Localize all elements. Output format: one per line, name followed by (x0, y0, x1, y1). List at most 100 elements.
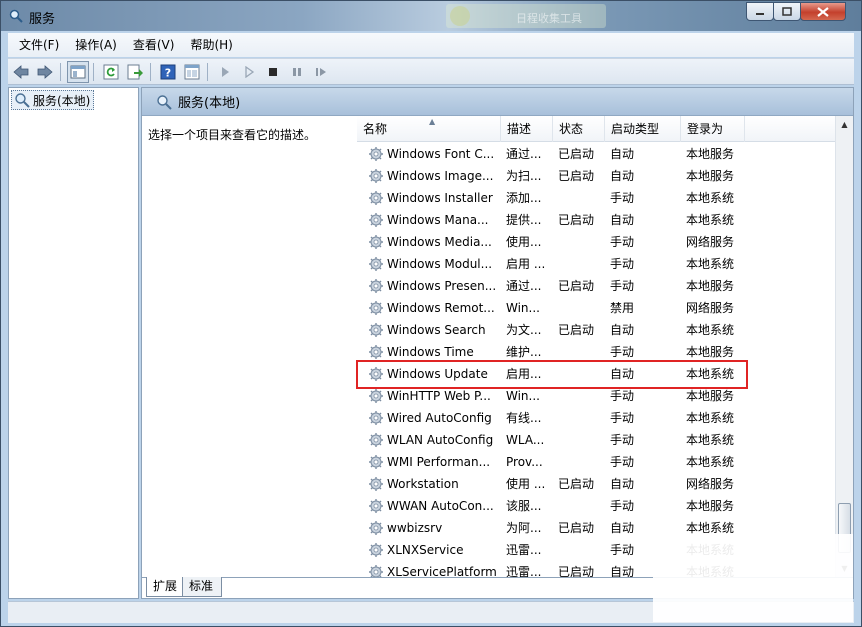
title-bar[interactable]: 服务 日程收集工具 (1, 1, 861, 31)
service-description: 迅雷... (506, 565, 542, 577)
export-list-button[interactable] (124, 61, 146, 83)
service-startup-type: 手动 (610, 345, 635, 359)
column-header-description[interactable]: 描述 (501, 116, 553, 142)
toolbar-separator (93, 62, 94, 81)
menu-action[interactable]: 操作(A) (70, 34, 122, 56)
description-text: 选择一个项目来查看它的描述。 (148, 128, 317, 142)
restart-service-button[interactable] (310, 61, 332, 83)
table-row[interactable]: Windows Installer 添加... 手动 本地系统 (357, 187, 835, 209)
table-row[interactable]: Windows Font C... 通过... 已启动 自动 本地服务 (357, 143, 835, 165)
table-row[interactable]: Windows Presen... 通过... 已启动 手动 本地服务 (357, 275, 835, 297)
service-description: 有线... (506, 411, 542, 425)
table-row[interactable]: Windows Remot... Win... 禁用 网络服务 (357, 297, 835, 319)
service-status (558, 429, 606, 451)
service-logon: 本地系统 (686, 433, 735, 447)
vertical-scrollbar[interactable]: ▲ ▼ (835, 116, 853, 577)
table-row[interactable]: WMI Performan... Prov... 手动 本地系统 (357, 451, 835, 473)
tree-item-services-local[interactable]: 服务(本地) (11, 90, 95, 110)
service-description: 为扫... (506, 169, 542, 183)
console-tree-icon (70, 65, 86, 78)
service-name: Windows Mana... (387, 213, 489, 227)
stop-service-button[interactable] (262, 61, 284, 83)
gear-icon (369, 543, 383, 557)
gear-icon (369, 455, 383, 469)
export-icon (127, 64, 143, 79)
maximize-button[interactable] (773, 2, 801, 21)
tab-extended[interactable]: 扩展 (146, 577, 187, 597)
properties-button[interactable] (181, 61, 203, 83)
maximize-icon (782, 7, 792, 16)
service-status (558, 539, 606, 561)
help-button[interactable]: ? (157, 61, 179, 83)
table-row[interactable]: WWAN AutoCon... 该服... 手动 本地服务 (357, 495, 835, 517)
service-description: Win... (506, 301, 540, 315)
pause-service-button[interactable] (286, 61, 308, 83)
back-button[interactable] (10, 61, 32, 83)
search-icon (157, 94, 172, 110)
table-row[interactable]: Wired AutoConfig 有线... 手动 本地系统 (357, 407, 835, 429)
watermark-overlay (653, 534, 853, 622)
service-description: 提供... (506, 213, 542, 227)
table-row[interactable]: Windows Modul... 启用 ... 手动 本地系统 (357, 253, 835, 275)
service-description: 为阿... (506, 521, 542, 535)
service-name: Windows Modul... (387, 257, 493, 271)
service-logon: 网络服务 (686, 301, 735, 315)
table-row[interactable]: WLAN AutoConfig WLA... 手动 本地系统 (357, 429, 835, 451)
column-description-label: 描述 (507, 122, 532, 136)
refresh-button[interactable] (100, 61, 122, 83)
table-row[interactable]: Windows Update 启用... 自动 本地系统 (357, 363, 835, 385)
service-startup-type: 手动 (610, 455, 635, 469)
gear-icon (369, 565, 383, 577)
service-startup-type: 自动 (610, 213, 635, 227)
menu-view[interactable]: 查看(V) (128, 34, 180, 56)
table-row[interactable]: Windows Image... 为扫... 已启动 自动 本地服务 (357, 165, 835, 187)
table-row[interactable]: Windows Search 为文... 已启动 自动 本地系统 (357, 319, 835, 341)
gear-icon (369, 389, 383, 403)
column-name-label: 名称 (363, 122, 388, 136)
menu-help[interactable]: 帮助(H) (185, 34, 237, 56)
scroll-up-button[interactable]: ▲ (836, 116, 853, 133)
close-button[interactable] (800, 2, 846, 21)
forward-button[interactable] (34, 61, 56, 83)
table-row[interactable]: Windows Time 维护... 手动 本地服务 (357, 341, 835, 363)
start-service-button[interactable] (214, 61, 236, 83)
show-hide-console-tree-button[interactable] (67, 60, 89, 83)
service-description: 启用... (506, 367, 542, 381)
table-row[interactable]: Workstation 使用 ... 已启动 自动 网络服务 (357, 473, 835, 495)
list-rows: Windows Font C... 通过... 已启动 自动 本地服务 Windows I… (357, 143, 835, 577)
service-logon: 网络服务 (686, 477, 735, 491)
service-name: Windows Media... (387, 235, 492, 249)
table-row[interactable]: Windows Mana... 提供... 已启动 自动 本地系统 (357, 209, 835, 231)
tab-standard[interactable]: 标准 (182, 577, 223, 597)
service-description: WLA... (506, 433, 545, 447)
gear-icon (369, 235, 383, 249)
gear-icon (369, 499, 383, 513)
start-service-alt-button[interactable] (238, 61, 260, 83)
gear-icon (369, 301, 383, 315)
back-arrow-icon (13, 64, 29, 79)
service-name: Windows Update (387, 367, 488, 381)
table-row[interactable]: WinHTTP Web P... Win... 手动 本地服务 (357, 385, 835, 407)
menu-file[interactable]: 文件(F) (14, 34, 64, 56)
search-icon (9, 9, 23, 23)
service-status: 已启动 (558, 477, 595, 491)
minimize-button[interactable] (746, 2, 774, 21)
table-row[interactable]: Windows Media... 使用... 手动 网络服务 (357, 231, 835, 253)
svg-text:?: ? (165, 66, 171, 79)
column-header-status[interactable]: 状态 (553, 116, 605, 142)
scroll-up-icon: ▲ (841, 120, 848, 129)
list-header: ▲ 名称 描述 状态 启动类型 登录为 (357, 116, 835, 142)
gear-icon (369, 257, 383, 271)
column-header-startup-type[interactable]: 启动类型 (605, 116, 681, 142)
service-description: 迅雷... (506, 543, 542, 557)
column-header-logon-as[interactable]: 登录为 (681, 116, 745, 142)
menu-bar: 文件(F) 操作(A) 查看(V) 帮助(H) (8, 33, 854, 57)
service-name: Windows Installer (387, 191, 493, 205)
start-icon (222, 66, 229, 77)
service-logon: 本地系统 (686, 323, 735, 337)
background-window-ghost: 日程收集工具 (446, 4, 606, 28)
column-header-name[interactable]: ▲ 名称 (357, 116, 501, 142)
service-startup-type: 自动 (610, 477, 635, 491)
forward-arrow-icon (37, 64, 53, 79)
toolbar-separator (207, 62, 208, 81)
